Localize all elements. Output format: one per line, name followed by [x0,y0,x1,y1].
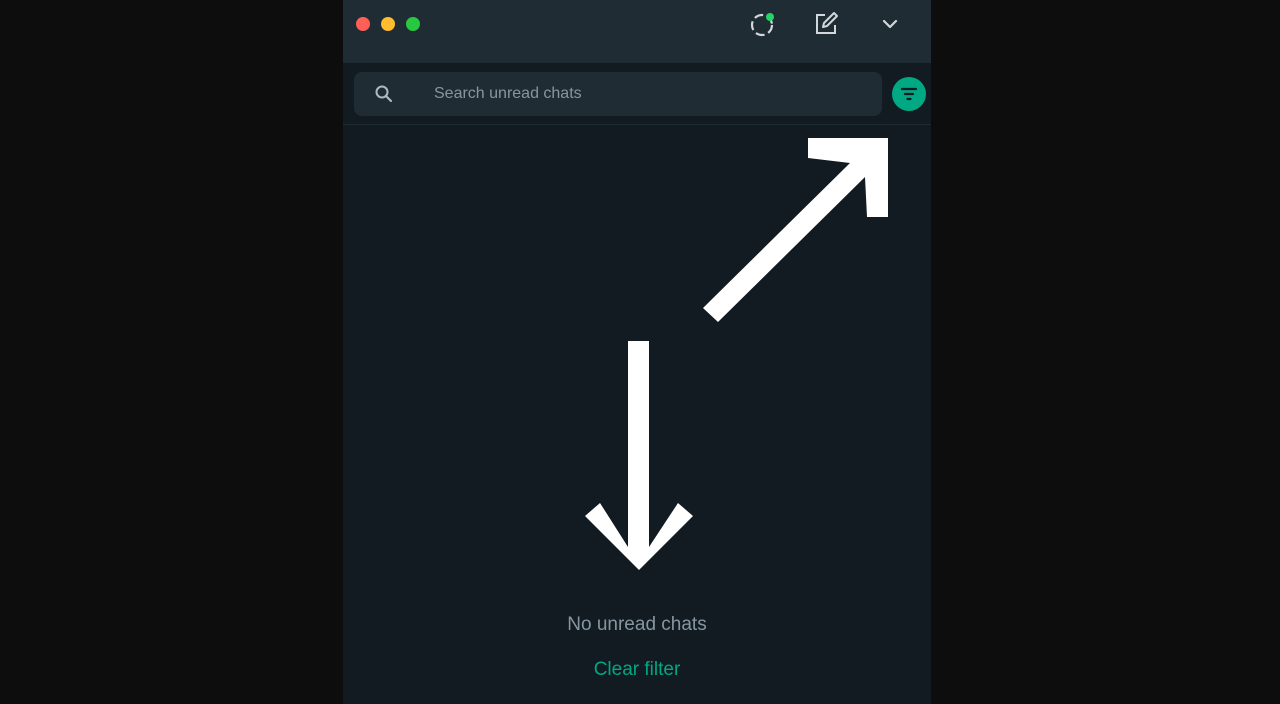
filter-icon [900,87,918,101]
new-chat-icon [816,12,838,34]
title-bar [343,0,931,63]
minimize-window-button[interactable] [381,17,395,31]
new-chat-button[interactable] [812,10,840,38]
empty-state-message: No unread chats [567,614,707,635]
maximize-window-button[interactable] [406,17,420,31]
search-icon [375,85,393,103]
chat-list-window [343,0,931,704]
screenshot-stage: No unread chats Clear filter [0,0,1280,704]
menu-button[interactable] [876,10,904,38]
search-bar [343,63,931,125]
status-ring-icon [750,13,774,37]
unread-filter-button[interactable] [892,77,926,111]
status-button[interactable] [749,10,777,38]
search-input[interactable] [434,72,864,116]
search-box[interactable] [354,72,882,116]
clear-filter-link[interactable]: Clear filter [543,659,731,681]
close-window-button[interactable] [356,17,370,31]
chevron-down-icon [882,19,898,29]
